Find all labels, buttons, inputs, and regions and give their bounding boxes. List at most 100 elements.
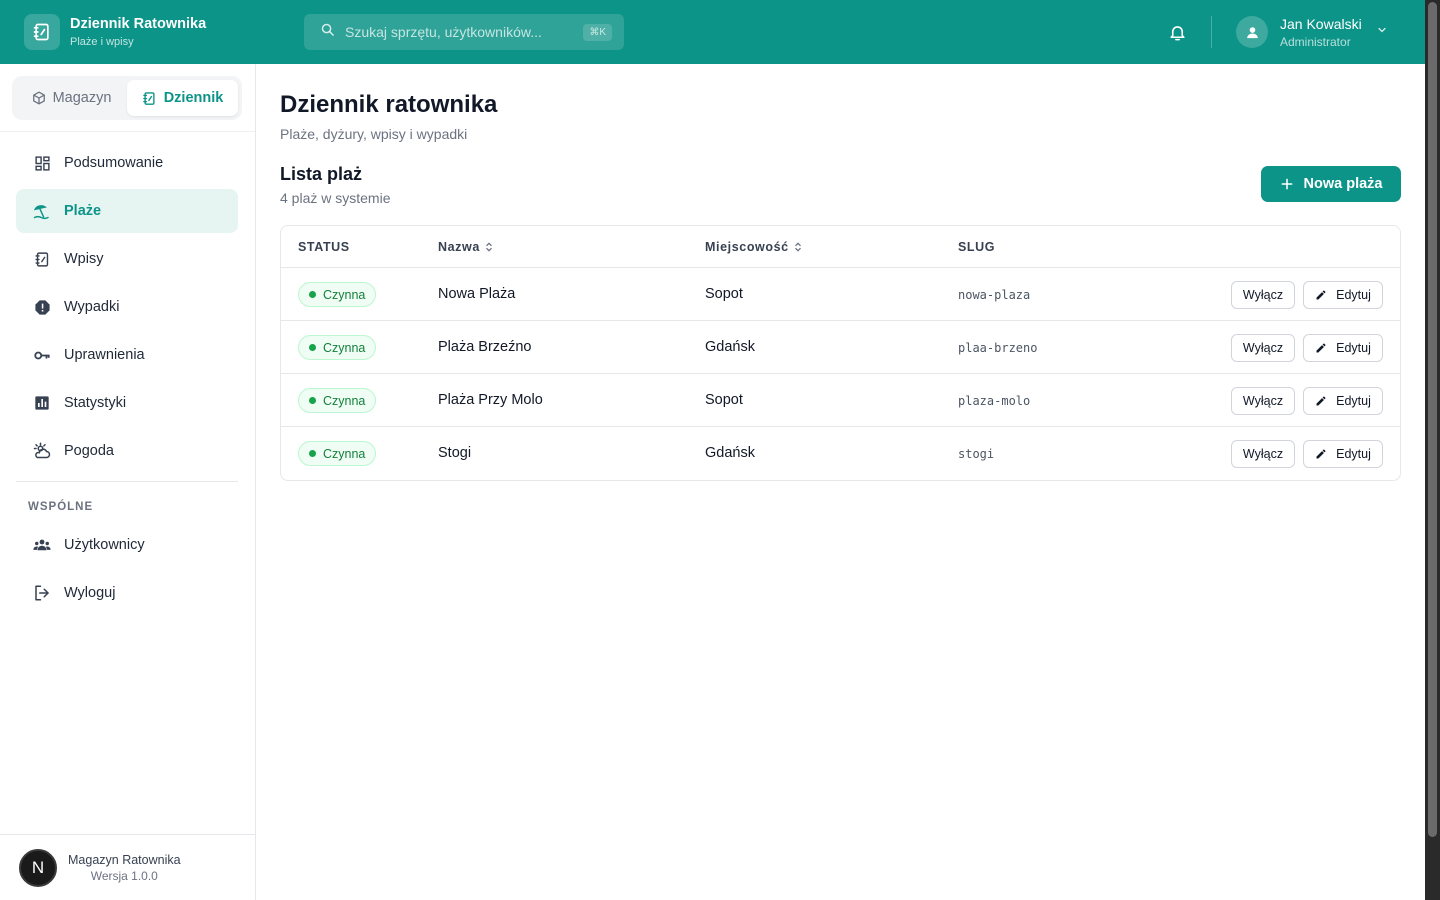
new-beach-label: Nowa plaża: [1303, 176, 1383, 192]
sidebar-item-label: Podsumowanie: [64, 155, 164, 171]
app-logo: N: [19, 848, 57, 887]
beach-slug: plaa-brzeno: [958, 341, 1038, 355]
sidebar-item-wyloguj[interactable]: Wyloguj: [16, 571, 238, 615]
beach-name: Stogi: [438, 445, 472, 461]
user-role: Administrator: [1280, 34, 1351, 49]
brand[interactable]: Dziennik Ratownika Plaże i wpisy: [24, 14, 304, 50]
chart-icon: [33, 394, 51, 412]
table-row: Czynna Plaża Przy Molo Sopot plaza-molo …: [281, 374, 1400, 427]
brand-subtitle: Plaże i wpisy: [70, 36, 134, 48]
header-divider: [1211, 16, 1212, 48]
sidebar-item-statystyki[interactable]: Statystyki: [16, 381, 238, 425]
sidebar-item-uzytkownicy[interactable]: Użytkownicy: [16, 523, 238, 567]
brand-title: Dziennik Ratownika: [70, 16, 207, 32]
shared-nav: Użytkownicy Wyloguj: [16, 523, 238, 619]
user-name: Jan Kowalski: [1280, 15, 1362, 32]
sidebar-item-label: Pogoda: [64, 443, 114, 459]
page-title: Dziennik ratownika: [280, 91, 498, 118]
disable-button[interactable]: Wyłącz: [1231, 334, 1295, 362]
column-header-name[interactable]: Nazwa: [438, 240, 493, 254]
beach-umbrella-icon: [33, 202, 51, 220]
divider: [16, 481, 238, 482]
edit-button[interactable]: Edytuj: [1303, 387, 1383, 415]
new-beach-button[interactable]: Nowa plaża: [1261, 166, 1401, 202]
sidebar-item-label: Statystyki: [64, 395, 127, 411]
user-menu[interactable]: Jan Kowalski Administrator: [1236, 14, 1388, 50]
app-version: Wersja 1.0.0: [90, 868, 158, 883]
sort-icon: [485, 242, 492, 252]
key-icon: [33, 346, 51, 364]
sidebar-item-label: Wpisy: [64, 251, 104, 267]
status-badge: Czynna: [298, 441, 377, 466]
journal-icon: [24, 14, 60, 50]
sort-icon: [794, 242, 801, 252]
sidebar-item-label: Wypadki: [64, 299, 120, 315]
status-badge: Czynna: [298, 335, 377, 360]
sidebar-item-label: Plaże: [64, 203, 102, 219]
search-input[interactable]: [345, 24, 575, 40]
segment-magazyn-label: Magazyn: [52, 90, 112, 106]
scrollbar-thumb[interactable]: [1428, 2, 1437, 837]
sidebar-item-wypadki[interactable]: Wypadki: [16, 285, 238, 329]
beaches-table: STATUS Nazwa Miejscowość SLUG Czynna Now…: [280, 225, 1401, 481]
app-name: Magazyn Ratownika: [68, 852, 181, 867]
sidebar-item-label: Wyloguj: [64, 585, 116, 601]
box-icon: [32, 91, 45, 105]
segment-dziennik[interactable]: Dziennik: [127, 80, 238, 116]
users-icon: [33, 536, 51, 554]
edit-button[interactable]: Edytuj: [1303, 281, 1383, 309]
column-header-label: Miejscowość: [705, 240, 789, 254]
avatar: [1236, 16, 1268, 48]
status-dot: [309, 450, 316, 457]
sidebar-item-podsumowanie[interactable]: Podsumowanie: [16, 141, 238, 185]
plus-icon: [1281, 178, 1292, 190]
status-badge: Czynna: [298, 388, 377, 413]
module-switcher: Magazyn Dziennik: [12, 76, 242, 120]
sidebar-item-wpisy[interactable]: Wpisy: [16, 237, 238, 281]
search-box[interactable]: ⌘K: [304, 14, 624, 50]
sidebar-item-pogoda[interactable]: Pogoda: [16, 429, 238, 473]
column-header-slug: SLUG: [958, 240, 996, 254]
table-row: Czynna Nowa Plaża Sopot nowa-plaza Wyłąc…: [281, 268, 1400, 321]
beach-slug: stogi: [958, 447, 995, 461]
disable-button[interactable]: Wyłącz: [1231, 440, 1295, 468]
divider: [0, 131, 255, 132]
disable-button[interactable]: Wyłącz: [1231, 387, 1295, 415]
logout-icon: [33, 584, 51, 602]
sidebar-footer: N Magazyn Ratownika Wersja 1.0.0: [0, 834, 255, 900]
column-header-city[interactable]: Miejscowość: [705, 240, 802, 254]
pencil-icon: [1316, 396, 1326, 406]
status-label: Czynna: [323, 446, 366, 461]
page-subtitle: Plaże, dyżury, wpisy i wypadki: [280, 126, 468, 142]
search-shortcut: ⌘K: [583, 23, 612, 41]
pencil-icon: [1316, 449, 1326, 459]
edit-label: Edytuj: [1336, 447, 1371, 461]
alert-icon: [33, 298, 51, 316]
table-row: Czynna Stogi Gdańsk stogi Wyłącz Edytuj: [281, 427, 1400, 480]
sidebar-item-uprawnienia[interactable]: Uprawnienia: [16, 333, 238, 377]
status-label: Czynna: [323, 287, 366, 302]
pencil-icon: [1316, 343, 1326, 353]
main-nav: Podsumowanie Plaże Wpisy Wypadki Uprawni…: [16, 141, 238, 477]
edit-label: Edytuj: [1336, 341, 1371, 355]
edit-button[interactable]: Edytuj: [1303, 334, 1383, 362]
edit-label: Edytuj: [1336, 394, 1371, 408]
beach-slug: plaza-molo: [958, 394, 1031, 408]
section-title: Lista plaż: [280, 164, 363, 184]
beach-name: Plaża Przy Molo: [438, 392, 543, 408]
segment-dziennik-label: Dziennik: [163, 90, 224, 106]
weather-icon: [33, 442, 51, 460]
page-scrollbar[interactable]: [1425, 0, 1440, 900]
user-icon: [1246, 26, 1258, 38]
notebook-icon: [33, 250, 51, 268]
sidebar-item-plaze[interactable]: Plaże: [16, 189, 238, 233]
disable-button[interactable]: Wyłącz: [1231, 281, 1295, 309]
table-row: Czynna Plaża Brzeźno Gdańsk plaa-brzeno …: [281, 321, 1400, 374]
beach-slug: nowa-plaza: [958, 288, 1031, 302]
notifications-button[interactable]: [1166, 21, 1188, 43]
beach-city: Sopot: [705, 286, 743, 302]
segment-magazyn[interactable]: Magazyn: [16, 80, 127, 116]
sidebar-item-label: Uprawnienia: [64, 347, 145, 363]
status-badge: Czynna: [298, 282, 377, 307]
edit-button[interactable]: Edytuj: [1303, 440, 1383, 468]
